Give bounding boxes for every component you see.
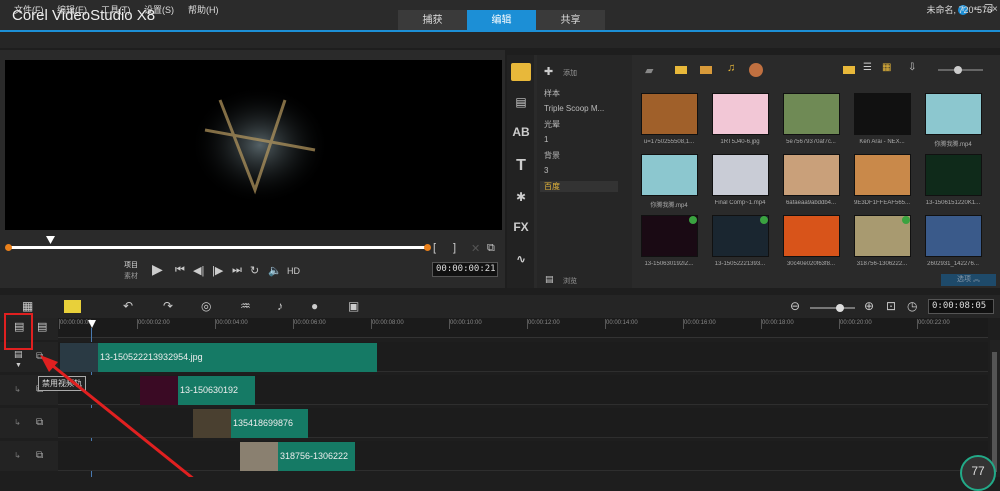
zoom-badge: 77 <box>960 455 996 491</box>
annotation-arrow <box>40 355 194 477</box>
